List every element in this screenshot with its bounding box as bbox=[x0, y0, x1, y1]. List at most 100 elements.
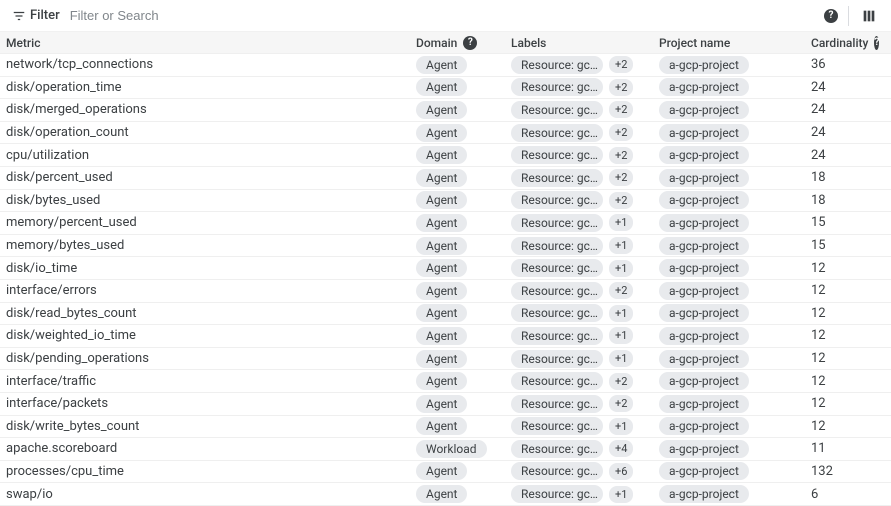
table-row[interactable]: disk/bytes_usedAgentResource: gc…+2a-gcp… bbox=[0, 190, 891, 213]
project-chip[interactable]: a-gcp-project bbox=[659, 78, 749, 96]
table-row[interactable]: disk/merged_operationsAgentResource: gc…… bbox=[0, 99, 891, 122]
label-count-chip[interactable]: +1 bbox=[609, 260, 633, 277]
project-chip[interactable]: a-gcp-project bbox=[659, 462, 749, 480]
label-count-chip[interactable]: +2 bbox=[609, 282, 633, 299]
table-row[interactable]: memory/bytes_usedAgentResource: gc…+1a-g… bbox=[0, 235, 891, 258]
domain-chip[interactable]: Agent bbox=[416, 327, 467, 345]
project-chip[interactable]: a-gcp-project bbox=[659, 304, 749, 322]
label-count-chip[interactable]: +1 bbox=[609, 418, 633, 435]
resource-chip[interactable]: Resource: gc… bbox=[511, 350, 603, 368]
project-chip[interactable]: a-gcp-project bbox=[659, 417, 749, 435]
project-chip[interactable]: a-gcp-project bbox=[659, 440, 749, 458]
table-row[interactable]: apache.scoreboardWorkloadResource: gc…+4… bbox=[0, 438, 891, 461]
label-count-chip[interactable]: +1 bbox=[609, 305, 633, 322]
domain-chip[interactable]: Agent bbox=[416, 485, 467, 503]
filter-button[interactable]: Filter bbox=[8, 6, 64, 25]
table-row[interactable]: network/tcp_connectionsAgentResource: gc… bbox=[0, 54, 891, 77]
domain-chip[interactable]: Agent bbox=[416, 372, 467, 390]
domain-chip[interactable]: Agent bbox=[416, 237, 467, 255]
project-chip[interactable]: a-gcp-project bbox=[659, 372, 749, 390]
project-chip[interactable]: a-gcp-project bbox=[659, 146, 749, 164]
domain-chip[interactable]: Agent bbox=[416, 146, 467, 164]
resource-chip[interactable]: Resource: gc… bbox=[511, 237, 603, 255]
table-row[interactable]: disk/write_bytes_countAgentResource: gc…… bbox=[0, 416, 891, 439]
table-row[interactable]: disk/weighted_io_timeAgentResource: gc…+… bbox=[0, 325, 891, 348]
table-row[interactable]: processes/cpu_timeAgentResource: gc…+6a-… bbox=[0, 461, 891, 484]
project-chip[interactable]: a-gcp-project bbox=[659, 485, 749, 503]
label-count-chip[interactable]: +6 bbox=[609, 463, 633, 480]
table-row[interactable]: disk/operation_countAgentResource: gc…+2… bbox=[0, 122, 891, 145]
table-row[interactable]: swap/ioAgentResource: gc…+1a-gcp-project… bbox=[0, 483, 891, 506]
table-row[interactable]: disk/operation_timeAgentResource: gc…+2a… bbox=[0, 77, 891, 100]
resource-chip[interactable]: Resource: gc… bbox=[511, 282, 603, 300]
domain-chip[interactable]: Agent bbox=[416, 78, 467, 96]
label-count-chip[interactable]: +1 bbox=[609, 237, 633, 254]
domain-chip[interactable]: Agent bbox=[416, 282, 467, 300]
domain-chip[interactable]: Agent bbox=[416, 304, 467, 322]
domain-chip[interactable]: Workload bbox=[416, 440, 487, 458]
header-metric[interactable]: Metric bbox=[0, 36, 260, 50]
domain-chip[interactable]: Agent bbox=[416, 395, 467, 413]
resource-chip[interactable]: Resource: gc… bbox=[511, 124, 603, 142]
resource-chip[interactable]: Resource: gc… bbox=[511, 101, 603, 119]
label-count-chip[interactable]: +2 bbox=[609, 147, 633, 164]
resource-chip[interactable]: Resource: gc… bbox=[511, 440, 603, 458]
resource-chip[interactable]: Resource: gc… bbox=[511, 56, 603, 74]
table-row[interactable]: interface/errorsAgentResource: gc…+2a-gc… bbox=[0, 280, 891, 303]
table-row[interactable]: memory/percent_usedAgentResource: gc…+1a… bbox=[0, 212, 891, 235]
help-icon[interactable]: ? bbox=[463, 36, 477, 50]
project-chip[interactable]: a-gcp-project bbox=[659, 124, 749, 142]
domain-chip[interactable]: Agent bbox=[416, 350, 467, 368]
project-chip[interactable]: a-gcp-project bbox=[659, 56, 749, 74]
resource-chip[interactable]: Resource: gc… bbox=[511, 304, 603, 322]
search-input[interactable] bbox=[64, 4, 304, 27]
resource-chip[interactable]: Resource: gc… bbox=[511, 78, 603, 96]
domain-chip[interactable]: Agent bbox=[416, 191, 467, 209]
table-row[interactable]: disk/pending_operationsAgentResource: gc… bbox=[0, 348, 891, 371]
project-chip[interactable]: a-gcp-project bbox=[659, 169, 749, 187]
project-chip[interactable]: a-gcp-project bbox=[659, 282, 749, 300]
resource-chip[interactable]: Resource: gc… bbox=[511, 462, 603, 480]
project-chip[interactable]: a-gcp-project bbox=[659, 327, 749, 345]
label-count-chip[interactable]: +1 bbox=[609, 350, 633, 367]
header-domain[interactable]: Domain ? bbox=[410, 36, 505, 50]
label-count-chip[interactable]: +1 bbox=[609, 486, 633, 503]
header-labels[interactable]: Labels bbox=[505, 36, 653, 50]
domain-chip[interactable]: Agent bbox=[416, 124, 467, 142]
table-row[interactable]: disk/read_bytes_countAgentResource: gc…+… bbox=[0, 303, 891, 326]
label-count-chip[interactable]: +1 bbox=[609, 327, 633, 344]
domain-chip[interactable]: Agent bbox=[416, 462, 467, 480]
resource-chip[interactable]: Resource: gc… bbox=[511, 146, 603, 164]
table-row[interactable]: interface/trafficAgentResource: gc…+2a-g… bbox=[0, 370, 891, 393]
label-count-chip[interactable]: +2 bbox=[609, 56, 633, 73]
resource-chip[interactable]: Resource: gc… bbox=[511, 327, 603, 345]
label-count-chip[interactable]: +2 bbox=[609, 373, 633, 390]
label-count-chip[interactable]: +2 bbox=[609, 101, 633, 118]
domain-chip[interactable]: Agent bbox=[416, 259, 467, 277]
project-chip[interactable]: a-gcp-project bbox=[659, 237, 749, 255]
column-settings-button[interactable] bbox=[855, 2, 883, 30]
domain-chip[interactable]: Agent bbox=[416, 101, 467, 119]
resource-chip[interactable]: Resource: gc… bbox=[511, 191, 603, 209]
table-row[interactable]: cpu/utilizationAgentResource: gc…+2a-gcp… bbox=[0, 144, 891, 167]
table-row[interactable]: disk/percent_usedAgentResource: gc…+2a-g… bbox=[0, 167, 891, 190]
label-count-chip[interactable]: +1 bbox=[609, 214, 633, 231]
label-count-chip[interactable]: +2 bbox=[609, 79, 633, 96]
domain-chip[interactable]: Agent bbox=[416, 56, 467, 74]
label-count-chip[interactable]: +2 bbox=[609, 169, 633, 186]
resource-chip[interactable]: Resource: gc… bbox=[511, 214, 603, 232]
domain-chip[interactable]: Agent bbox=[416, 169, 467, 187]
table-row[interactable]: interface/packetsAgentResource: gc…+2a-g… bbox=[0, 393, 891, 416]
help-icon[interactable]: ? bbox=[874, 36, 879, 50]
resource-chip[interactable]: Resource: gc… bbox=[511, 259, 603, 277]
label-count-chip[interactable]: +2 bbox=[609, 192, 633, 209]
resource-chip[interactable]: Resource: gc… bbox=[511, 485, 603, 503]
project-chip[interactable]: a-gcp-project bbox=[659, 259, 749, 277]
project-chip[interactable]: a-gcp-project bbox=[659, 101, 749, 119]
header-cardinality[interactable]: Cardinality ? bbox=[805, 36, 885, 50]
domain-chip[interactable]: Agent bbox=[416, 214, 467, 232]
label-count-chip[interactable]: +2 bbox=[609, 395, 633, 412]
project-chip[interactable]: a-gcp-project bbox=[659, 350, 749, 368]
resource-chip[interactable]: Resource: gc… bbox=[511, 395, 603, 413]
table-row[interactable]: disk/io_timeAgentResource: gc…+1a-gcp-pr… bbox=[0, 257, 891, 280]
